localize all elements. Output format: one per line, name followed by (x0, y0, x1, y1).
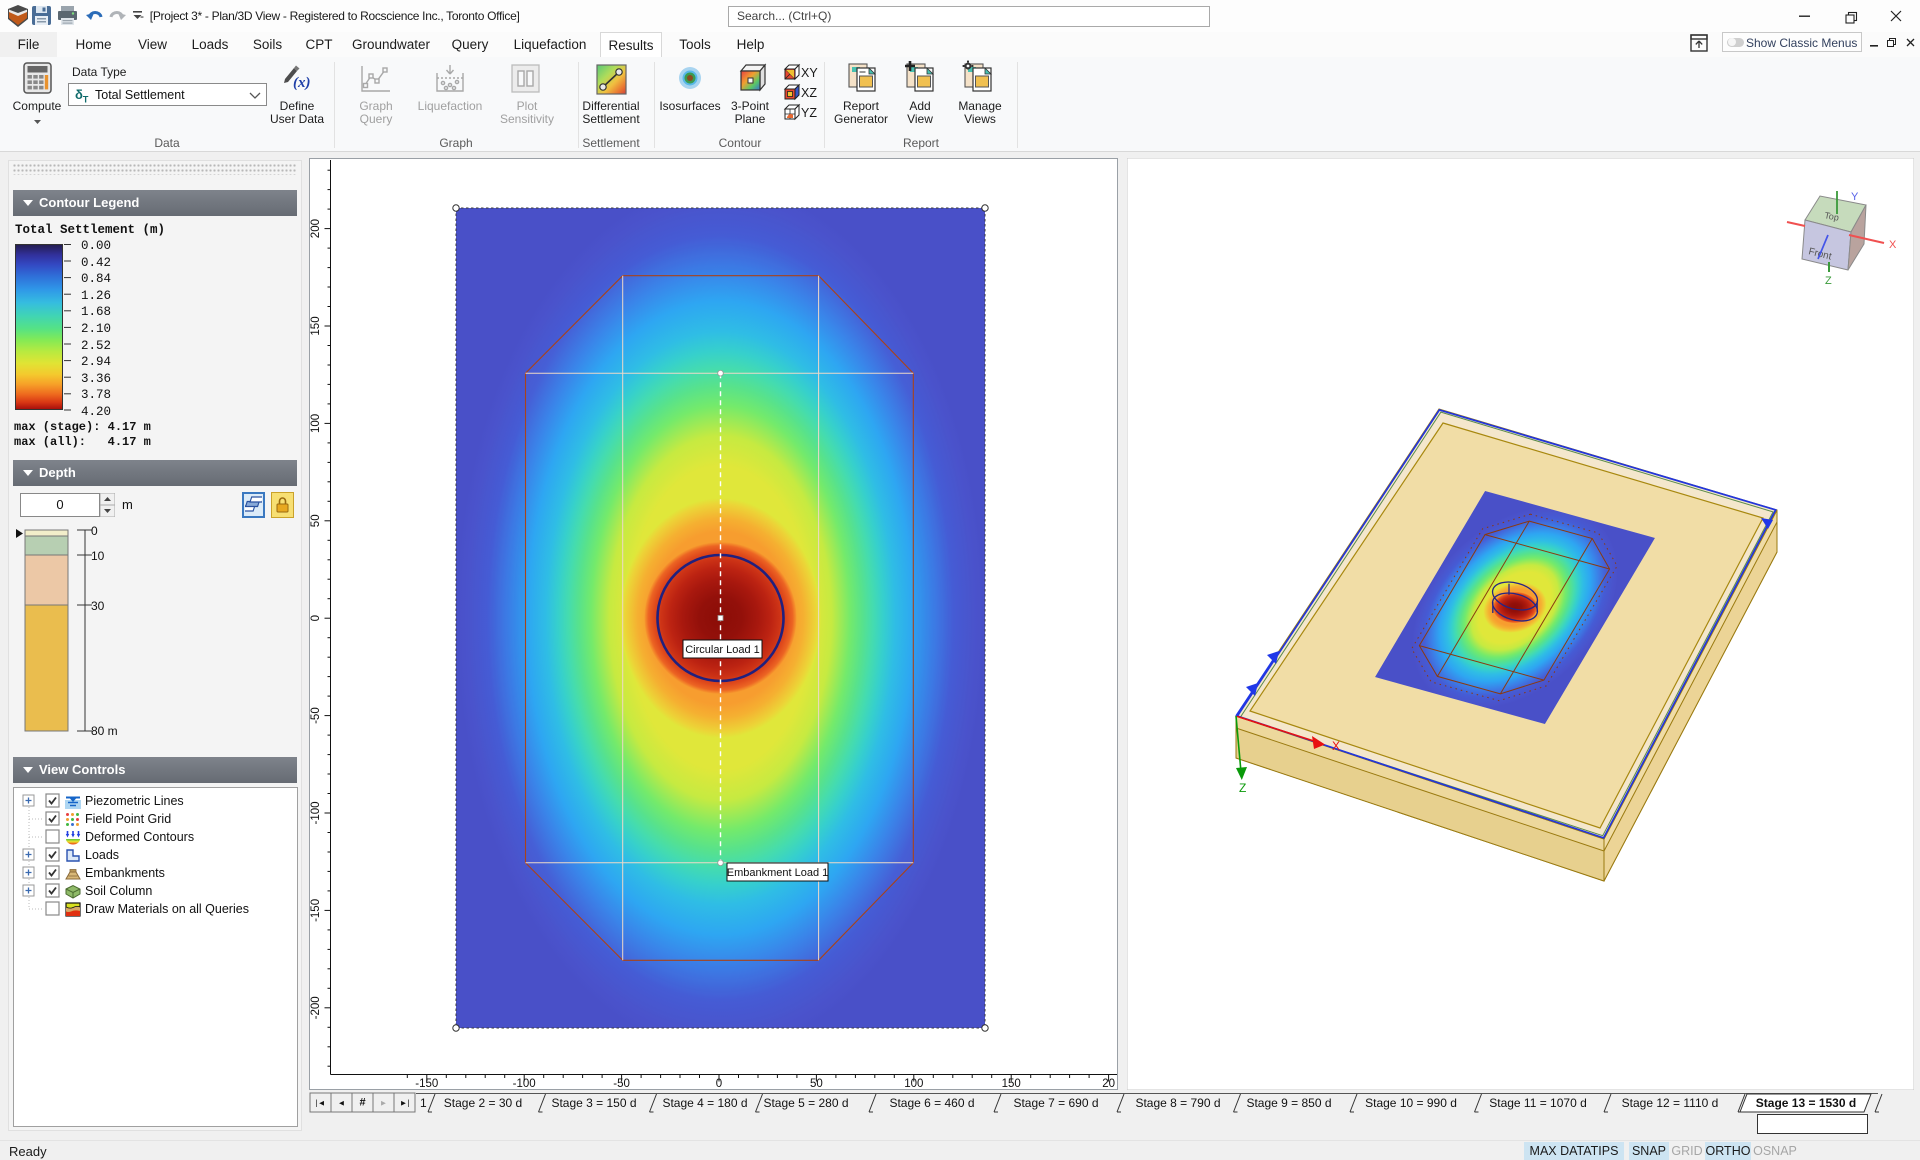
svg-text:◄: ◄ (338, 1099, 346, 1108)
svg-text:Z: Z (1825, 275, 1832, 287)
svg-text:(x): (x) (293, 75, 311, 91)
svg-text:Stage 3 = 150 d: Stage 3 = 150 d (551, 1096, 636, 1110)
svg-text:20: 20 (1102, 1078, 1115, 1090)
svg-text:Stage 12 = 1110 d: Stage 12 = 1110 d (1622, 1096, 1719, 1110)
svg-text:200: 200 (310, 219, 322, 238)
svg-text:50: 50 (310, 514, 322, 527)
svg-text:Circular Load 1: Circular Load 1 (685, 644, 760, 656)
svg-text:Soil Column: Soil Column (85, 884, 152, 898)
svg-text:100: 100 (310, 414, 322, 433)
svg-text:-150: -150 (310, 899, 322, 922)
svg-text:-100: -100 (513, 1078, 536, 1090)
svg-text:-150: -150 (415, 1078, 438, 1090)
svg-text:-200: -200 (310, 996, 322, 1019)
svg-text:Stage 8 = 790 d: Stage 8 = 790 d (1135, 1096, 1220, 1110)
svg-text:150: 150 (1002, 1078, 1021, 1090)
svg-text:Piezometric Lines: Piezometric Lines (85, 794, 184, 808)
svg-text:X: X (1889, 239, 1897, 251)
svg-text:#: # (359, 1097, 365, 1109)
svg-text:Stage 4 = 180 d: Stage 4 = 180 d (662, 1096, 747, 1110)
svg-text:Stage 2 = 30 d: Stage 2 = 30 d (444, 1096, 522, 1110)
svg-text:Stage 11 = 1070 d: Stage 11 = 1070 d (1489, 1096, 1587, 1110)
svg-text:Z: Z (1239, 781, 1246, 795)
svg-text:Stage 6 = 460 d: Stage 6 = 460 d (889, 1096, 974, 1110)
svg-text:Draw Materials on all Queries: Draw Materials on all Queries (85, 902, 249, 916)
svg-text:100: 100 (904, 1078, 923, 1090)
svg-text:30: 30 (91, 599, 105, 613)
svg-text:10: 10 (91, 549, 105, 563)
svg-text:-50: -50 (310, 707, 322, 724)
svg-text:Field Point Grid: Field Point Grid (85, 812, 171, 826)
svg-text:Stage 9 = 850 d: Stage 9 = 850 d (1246, 1096, 1331, 1110)
svg-text:X: X (1332, 739, 1340, 753)
svg-text:Embankment Load 1: Embankment Load 1 (727, 867, 829, 879)
svg-text:Deformed Contours: Deformed Contours (85, 830, 194, 844)
svg-text:-50: -50 (613, 1078, 630, 1090)
svg-text:Stage 10 = 990 d: Stage 10 = 990 d (1365, 1096, 1457, 1110)
svg-text:►: ► (380, 1099, 388, 1108)
svg-text:Stage 13 = 1530 d: Stage 13 = 1530 d (1756, 1096, 1856, 1110)
svg-text:1: 1 (420, 1096, 427, 1110)
svg-text:|◄: |◄ (316, 1099, 326, 1108)
svg-text:Loads: Loads (85, 848, 119, 862)
svg-text:50: 50 (810, 1078, 823, 1090)
svg-text:0: 0 (716, 1078, 722, 1090)
svg-text:0: 0 (91, 526, 98, 538)
svg-text:150: 150 (310, 316, 322, 335)
svg-text:XZ: XZ (801, 86, 817, 100)
svg-text:Stage 5 = 280 d: Stage 5 = 280 d (763, 1096, 848, 1110)
svg-text:XY: XY (801, 66, 818, 80)
svg-text:YZ: YZ (801, 106, 817, 120)
svg-text:Embankments: Embankments (85, 866, 165, 880)
svg-text:0: 0 (310, 615, 322, 621)
svg-text:Y: Y (1851, 191, 1859, 203)
svg-text:80 m: 80 m (91, 724, 118, 738)
svg-text:-100: -100 (310, 801, 322, 824)
svg-text:Stage 7 = 690 d: Stage 7 = 690 d (1013, 1096, 1098, 1110)
svg-text:►|: ►| (400, 1099, 410, 1108)
